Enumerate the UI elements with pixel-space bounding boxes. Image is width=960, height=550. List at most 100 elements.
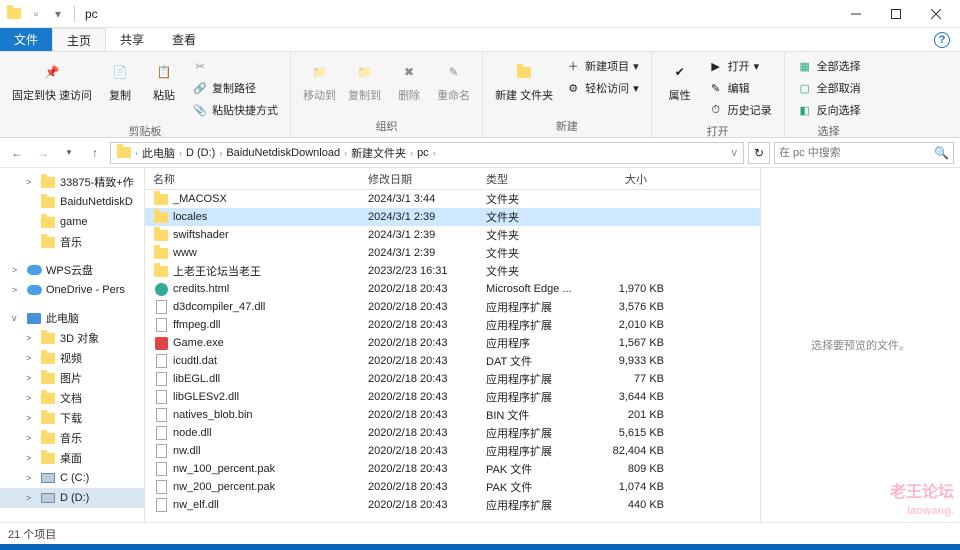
preview-pane: 选择要预览的文件。 老王论坛 laowang.	[760, 168, 960, 522]
preview-text: 选择要预览的文件。	[811, 337, 910, 353]
file-row[interactable]: nw_200_percent.pak2020/2/18 20:43PAK 文件1…	[145, 478, 760, 496]
search-icon: 🔍	[934, 146, 949, 160]
copy-button[interactable]: 📄复制	[98, 54, 142, 105]
folder-icon	[117, 147, 131, 158]
select-all-button[interactable]: ▦全部选择	[795, 56, 863, 76]
recent-button[interactable]: ▾	[58, 142, 80, 164]
minimize-button[interactable]	[836, 0, 876, 28]
file-row[interactable]: credits.html2020/2/18 20:43Microsoft Edg…	[145, 280, 760, 298]
file-row[interactable]: icudtl.dat2020/2/18 20:43DAT 文件9,933 KB	[145, 352, 760, 370]
crumb-3[interactable]: 新建文件夹	[347, 145, 410, 161]
tree-item[interactable]: >33875-精致+作	[0, 172, 144, 192]
maximize-button[interactable]	[876, 0, 916, 28]
copy-path-button[interactable]: 🔗复制路径	[190, 78, 280, 98]
file-row[interactable]: libGLESv2.dll2020/2/18 20:43应用程序扩展3,644 …	[145, 388, 760, 406]
file-row[interactable]: Game.exe2020/2/18 20:43应用程序1,567 KB	[145, 334, 760, 352]
col-date[interactable]: 修改日期	[360, 171, 478, 187]
move-to-button[interactable]: 📁移动到	[297, 54, 342, 105]
col-name[interactable]: 名称	[145, 171, 360, 187]
newfolder-icon	[508, 56, 540, 88]
crumb-0[interactable]: 此电脑	[138, 145, 179, 161]
rename-button[interactable]: ✎重命名	[431, 54, 476, 105]
tab-view[interactable]: 查看	[158, 28, 210, 51]
new-item-button[interactable]: ＋新建项目 ▾	[563, 56, 641, 76]
file-row[interactable]: libEGL.dll2020/2/18 20:43应用程序扩展77 KB	[145, 370, 760, 388]
file-row[interactable]: _MACOSX2024/3/1 3:44文件夹	[145, 190, 760, 208]
file-row[interactable]: swiftshader2024/3/1 2:39文件夹	[145, 226, 760, 244]
help-icon[interactable]: ?	[934, 32, 950, 48]
tab-file[interactable]: 文件	[0, 28, 52, 51]
new-folder-button[interactable]: 新建 文件夹	[489, 54, 559, 105]
paste-shortcut-button[interactable]: 📎粘贴快捷方式	[190, 100, 280, 120]
copy-to-button[interactable]: 📁复制到	[342, 54, 387, 105]
tree-item[interactable]: game	[0, 212, 144, 232]
tree-item[interactable]: v此电脑	[0, 308, 144, 328]
invert-icon: ◧	[797, 102, 813, 118]
tree-item[interactable]: >桌面	[0, 448, 144, 468]
file-icon	[153, 317, 169, 333]
refresh-button[interactable]: ↻	[748, 142, 770, 164]
file-row[interactable]: ffmpeg.dll2020/2/18 20:43应用程序扩展2,010 KB	[145, 316, 760, 334]
column-headers[interactable]: 名称 修改日期 类型 大小	[145, 168, 760, 190]
open-button[interactable]: ▶打开 ▾	[706, 56, 774, 76]
path-icon: 🔗	[192, 80, 208, 96]
nav-tree[interactable]: >33875-精致+作BaiduNetdiskDgame音乐 >WPS云盘>One…	[0, 168, 145, 522]
file-row[interactable]: www2024/3/1 2:39文件夹	[145, 244, 760, 262]
tree-item[interactable]: >图片	[0, 368, 144, 388]
up-button[interactable]: ↑	[84, 142, 106, 164]
paste-button[interactable]: 📋粘贴	[142, 54, 186, 105]
close-button[interactable]	[916, 0, 956, 28]
crumb-2[interactable]: BaiduNetdiskDownload	[222, 147, 344, 159]
ribbon: 📌固定到快 速访问 📄复制 📋粘贴 ✂ 🔗复制路径 📎粘贴快捷方式 剪贴板 📁移…	[0, 52, 960, 138]
qat-props-icon[interactable]: ▾	[48, 4, 68, 24]
tree-item[interactable]: >WPS云盘	[0, 260, 144, 280]
invert-button[interactable]: ◧反向选择	[795, 100, 863, 120]
file-row[interactable]: d3dcompiler_47.dll2020/2/18 20:43应用程序扩展3…	[145, 298, 760, 316]
file-row[interactable]: natives_blob.bin2020/2/18 20:43BIN 文件201…	[145, 406, 760, 424]
tree-item[interactable]: >音乐	[0, 428, 144, 448]
folder-icon	[40, 430, 56, 446]
tree-item[interactable]: >C (C:)	[0, 468, 144, 488]
file-list[interactable]: 名称 修改日期 类型 大小 _MACOSX2024/3/1 3:44文件夹loc…	[145, 168, 760, 522]
tree-item[interactable]: >D (D:)	[0, 488, 144, 508]
tree-item[interactable]: BaiduNetdiskD	[0, 192, 144, 212]
qat-new-icon[interactable]: ▫	[26, 4, 46, 24]
search-input[interactable]	[779, 147, 934, 159]
easy-access-button[interactable]: ⚙轻松访问 ▾	[563, 78, 641, 98]
file-row[interactable]: nw_100_percent.pak2020/2/18 20:43PAK 文件8…	[145, 460, 760, 478]
edit-button[interactable]: ✎编辑	[706, 78, 774, 98]
forward-button[interactable]: →	[32, 142, 54, 164]
col-size[interactable]: 大小	[586, 171, 656, 187]
pin-button[interactable]: 📌固定到快 速访问	[6, 54, 98, 105]
search-box[interactable]: 🔍	[774, 142, 954, 164]
history-button[interactable]: ⏱历史记录	[706, 100, 774, 120]
tree-item[interactable]: >3D 对象	[0, 328, 144, 348]
select-none-button[interactable]: ▢全部取消	[795, 78, 863, 98]
back-button[interactable]: ←	[6, 142, 28, 164]
tree-item[interactable]: >OneDrive - Pers	[0, 280, 144, 300]
tab-home[interactable]: 主页	[52, 28, 106, 51]
file-row[interactable]: node.dll2020/2/18 20:43应用程序扩展5,615 KB	[145, 424, 760, 442]
crumb-1[interactable]: D (D:)	[182, 147, 219, 159]
tab-share[interactable]: 共享	[106, 28, 158, 51]
folder-icon	[153, 227, 169, 243]
tree-item[interactable]: >文档	[0, 388, 144, 408]
breadcrumb[interactable]: › 此电脑› D (D:)› BaiduNetdiskDownload› 新建文…	[110, 142, 744, 164]
tree-item[interactable]: 音乐	[0, 232, 144, 252]
file-row[interactable]: locales2024/3/1 2:39文件夹	[145, 208, 760, 226]
folder-icon	[40, 234, 56, 250]
cut-button[interactable]: ✂	[190, 56, 280, 76]
file-row[interactable]: 上老王论坛当老王2023/2/23 16:31文件夹	[145, 262, 760, 280]
properties-button[interactable]: ✔属性	[658, 54, 702, 105]
status-bar: 21 个项目	[0, 522, 960, 544]
file-row[interactable]: nw.dll2020/2/18 20:43应用程序扩展82,404 KB	[145, 442, 760, 460]
tree-item[interactable]: >视频	[0, 348, 144, 368]
addr-dropdown[interactable]: v	[728, 147, 742, 159]
file-row[interactable]: nw_elf.dll2020/2/18 20:43应用程序扩展440 KB	[145, 496, 760, 514]
crumb-4[interactable]: pc	[413, 147, 433, 159]
col-type[interactable]: 类型	[478, 171, 586, 187]
tree-item[interactable]: >下载	[0, 408, 144, 428]
cloud-icon	[26, 262, 42, 278]
html-icon	[153, 281, 169, 297]
delete-button[interactable]: ✖删除	[387, 54, 431, 105]
